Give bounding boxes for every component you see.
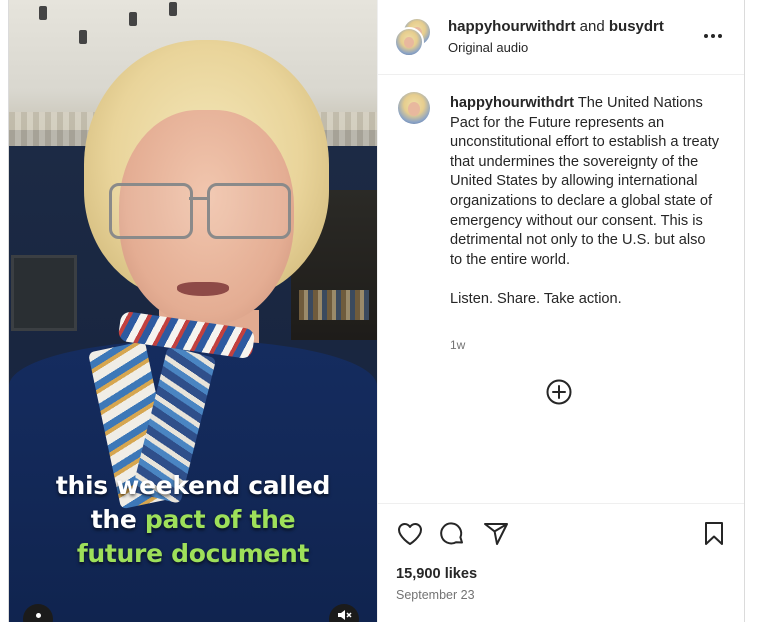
post-details-panel: happyhourwithdrt and busydrt Original au… bbox=[377, 0, 744, 622]
dot-icon bbox=[35, 612, 41, 618]
post-authors: happyhourwithdrt and busydrt bbox=[448, 18, 664, 35]
video-caption-line-3: future document bbox=[9, 537, 377, 571]
post-date[interactable]: September 23 bbox=[396, 588, 475, 602]
speaker-muted-icon bbox=[338, 610, 352, 620]
coauthor-username-link[interactable]: busydrt bbox=[609, 18, 664, 35]
avatar[interactable] bbox=[398, 92, 430, 124]
post-caption: happyhourwithdrt The United Nations Pact… bbox=[450, 94, 720, 310]
video-person-mouth bbox=[177, 282, 229, 296]
video-person-glasses bbox=[109, 183, 291, 239]
post-frame: this weekend called the pact of the futu… bbox=[8, 0, 745, 622]
video-background-lamp bbox=[39, 0, 189, 50]
video-caption-line-2: the pact of the bbox=[9, 503, 377, 537]
post-actions: 15,900 likes September 23 bbox=[378, 503, 744, 622]
caption-text: The United Nations Pact for the Future r… bbox=[450, 95, 720, 268]
like-button[interactable] bbox=[396, 520, 424, 548]
caption-call-to-action: Listen. Share. Take action. bbox=[450, 290, 622, 307]
caption-highlight-text: future document bbox=[76, 539, 310, 568]
more-options-button[interactable] bbox=[703, 24, 723, 49]
caption-text: this weekend called bbox=[55, 471, 331, 500]
caption-text: the bbox=[90, 505, 137, 534]
heart-icon bbox=[398, 523, 422, 545]
add-comment-icon bbox=[546, 379, 572, 405]
caption-highlight-text: pact of the bbox=[144, 505, 296, 534]
author-username-link[interactable]: happyhourwithdrt bbox=[448, 18, 576, 35]
caption-username-link[interactable]: happyhourwithdrt bbox=[450, 95, 574, 111]
share-button[interactable] bbox=[482, 520, 510, 548]
avatar[interactable] bbox=[394, 27, 424, 57]
share-icon bbox=[484, 523, 508, 545]
comment-button[interactable] bbox=[438, 520, 466, 548]
authors-joiner: and bbox=[579, 18, 605, 35]
original-audio-link[interactable]: Original audio bbox=[448, 40, 528, 55]
video-caption-line-1: this weekend called bbox=[9, 469, 377, 503]
post-timestamp[interactable]: 1w bbox=[450, 338, 465, 352]
bookmark-icon bbox=[705, 522, 723, 545]
likes-count[interactable]: 15,900 likes bbox=[396, 566, 477, 582]
save-button[interactable] bbox=[700, 520, 728, 548]
video-background-picture bbox=[11, 255, 77, 331]
more-horizontal-icon bbox=[704, 34, 722, 38]
reel-video[interactable]: this weekend called the pact of the futu… bbox=[9, 0, 377, 622]
add-comment-button[interactable] bbox=[546, 379, 572, 405]
post-header: happyhourwithdrt and busydrt Original au… bbox=[378, 0, 744, 75]
comment-icon bbox=[440, 522, 463, 545]
